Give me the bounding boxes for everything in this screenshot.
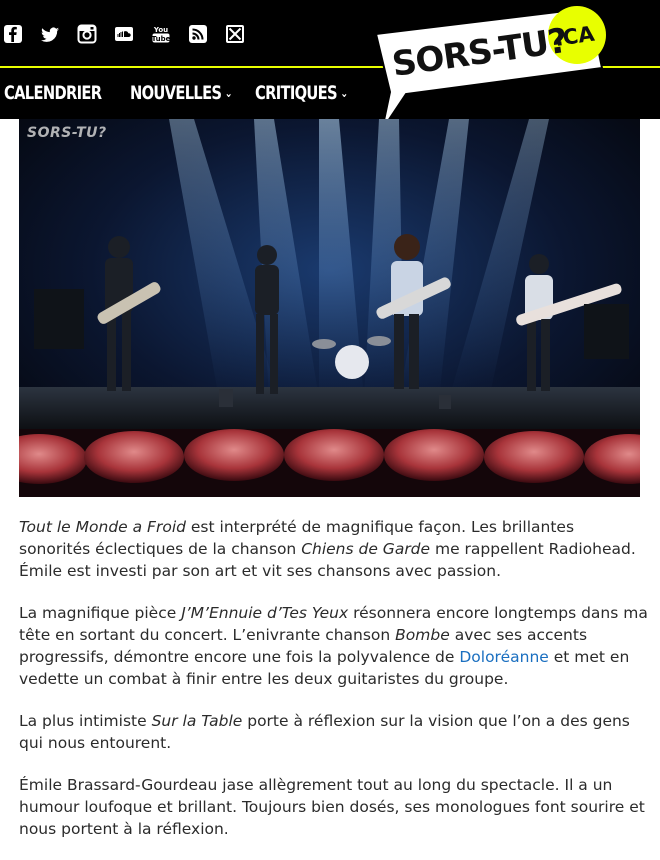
nav-label: NOUVELLES	[130, 82, 222, 104]
nav-item-calendrier[interactable]: CALENDRIER	[4, 76, 102, 110]
youtube-icon[interactable]: You Tube	[151, 24, 171, 44]
instagram-icon[interactable]	[77, 24, 97, 44]
article-paragraph: Tout le Monde a Froid est interprété de …	[19, 516, 649, 582]
paragraph-text: La magnifique pièce	[19, 604, 182, 622]
article-paragraph: La plus intimiste Sur la Table porte à r…	[19, 710, 649, 754]
soundcloud-icon[interactable]	[114, 24, 134, 44]
social-links: You Tube	[3, 24, 262, 44]
song-title: Chiens de Garde	[301, 540, 431, 558]
song-title: Bombe	[395, 626, 450, 644]
svg-text:You: You	[153, 26, 168, 34]
paragraph-text: La plus intimiste	[19, 712, 152, 730]
song-title: Tout le Monde a Froid	[19, 518, 186, 536]
nav-item-nouvelles[interactable]: NOUVELLES ⌄	[130, 76, 233, 112]
nav-item-critiques[interactable]: CRITIQUES ⌄	[255, 76, 348, 112]
article-paragraph: Émile Brassard-Gourdeau jase allègrement…	[19, 774, 649, 840]
song-title: Sur la Table	[151, 712, 243, 730]
artist-link[interactable]: Doloréanne	[459, 648, 548, 666]
concert-photo: SORS-TU?	[19, 119, 640, 497]
chevron-down-icon: ⌄	[224, 86, 233, 100]
photo-watermark: SORS-TU?	[27, 125, 107, 141]
twitter-icon[interactable]	[40, 24, 60, 44]
rss-icon[interactable]	[188, 24, 208, 44]
article-body: Tout le Monde a Froid est interprété de …	[19, 516, 649, 860]
newsletter-icon[interactable]	[225, 24, 245, 44]
facebook-icon[interactable]	[3, 24, 23, 44]
chevron-down-icon: ⌄	[340, 86, 348, 100]
nav-label: CRITIQUES	[255, 82, 338, 104]
article-paragraph: La magnifique pièce J’M’Ennuie d’Tes Yeu…	[19, 602, 649, 690]
nav-label: CALENDRIER	[4, 82, 102, 104]
site-logo[interactable]: SORS-TU? .CA	[370, 2, 610, 132]
paragraph-text: Émile Brassard-Gourdeau jase allègrement…	[19, 776, 645, 838]
svg-text:Tube: Tube	[152, 35, 171, 43]
song-title: J’M’Ennuie d’Tes Yeux	[181, 604, 349, 622]
